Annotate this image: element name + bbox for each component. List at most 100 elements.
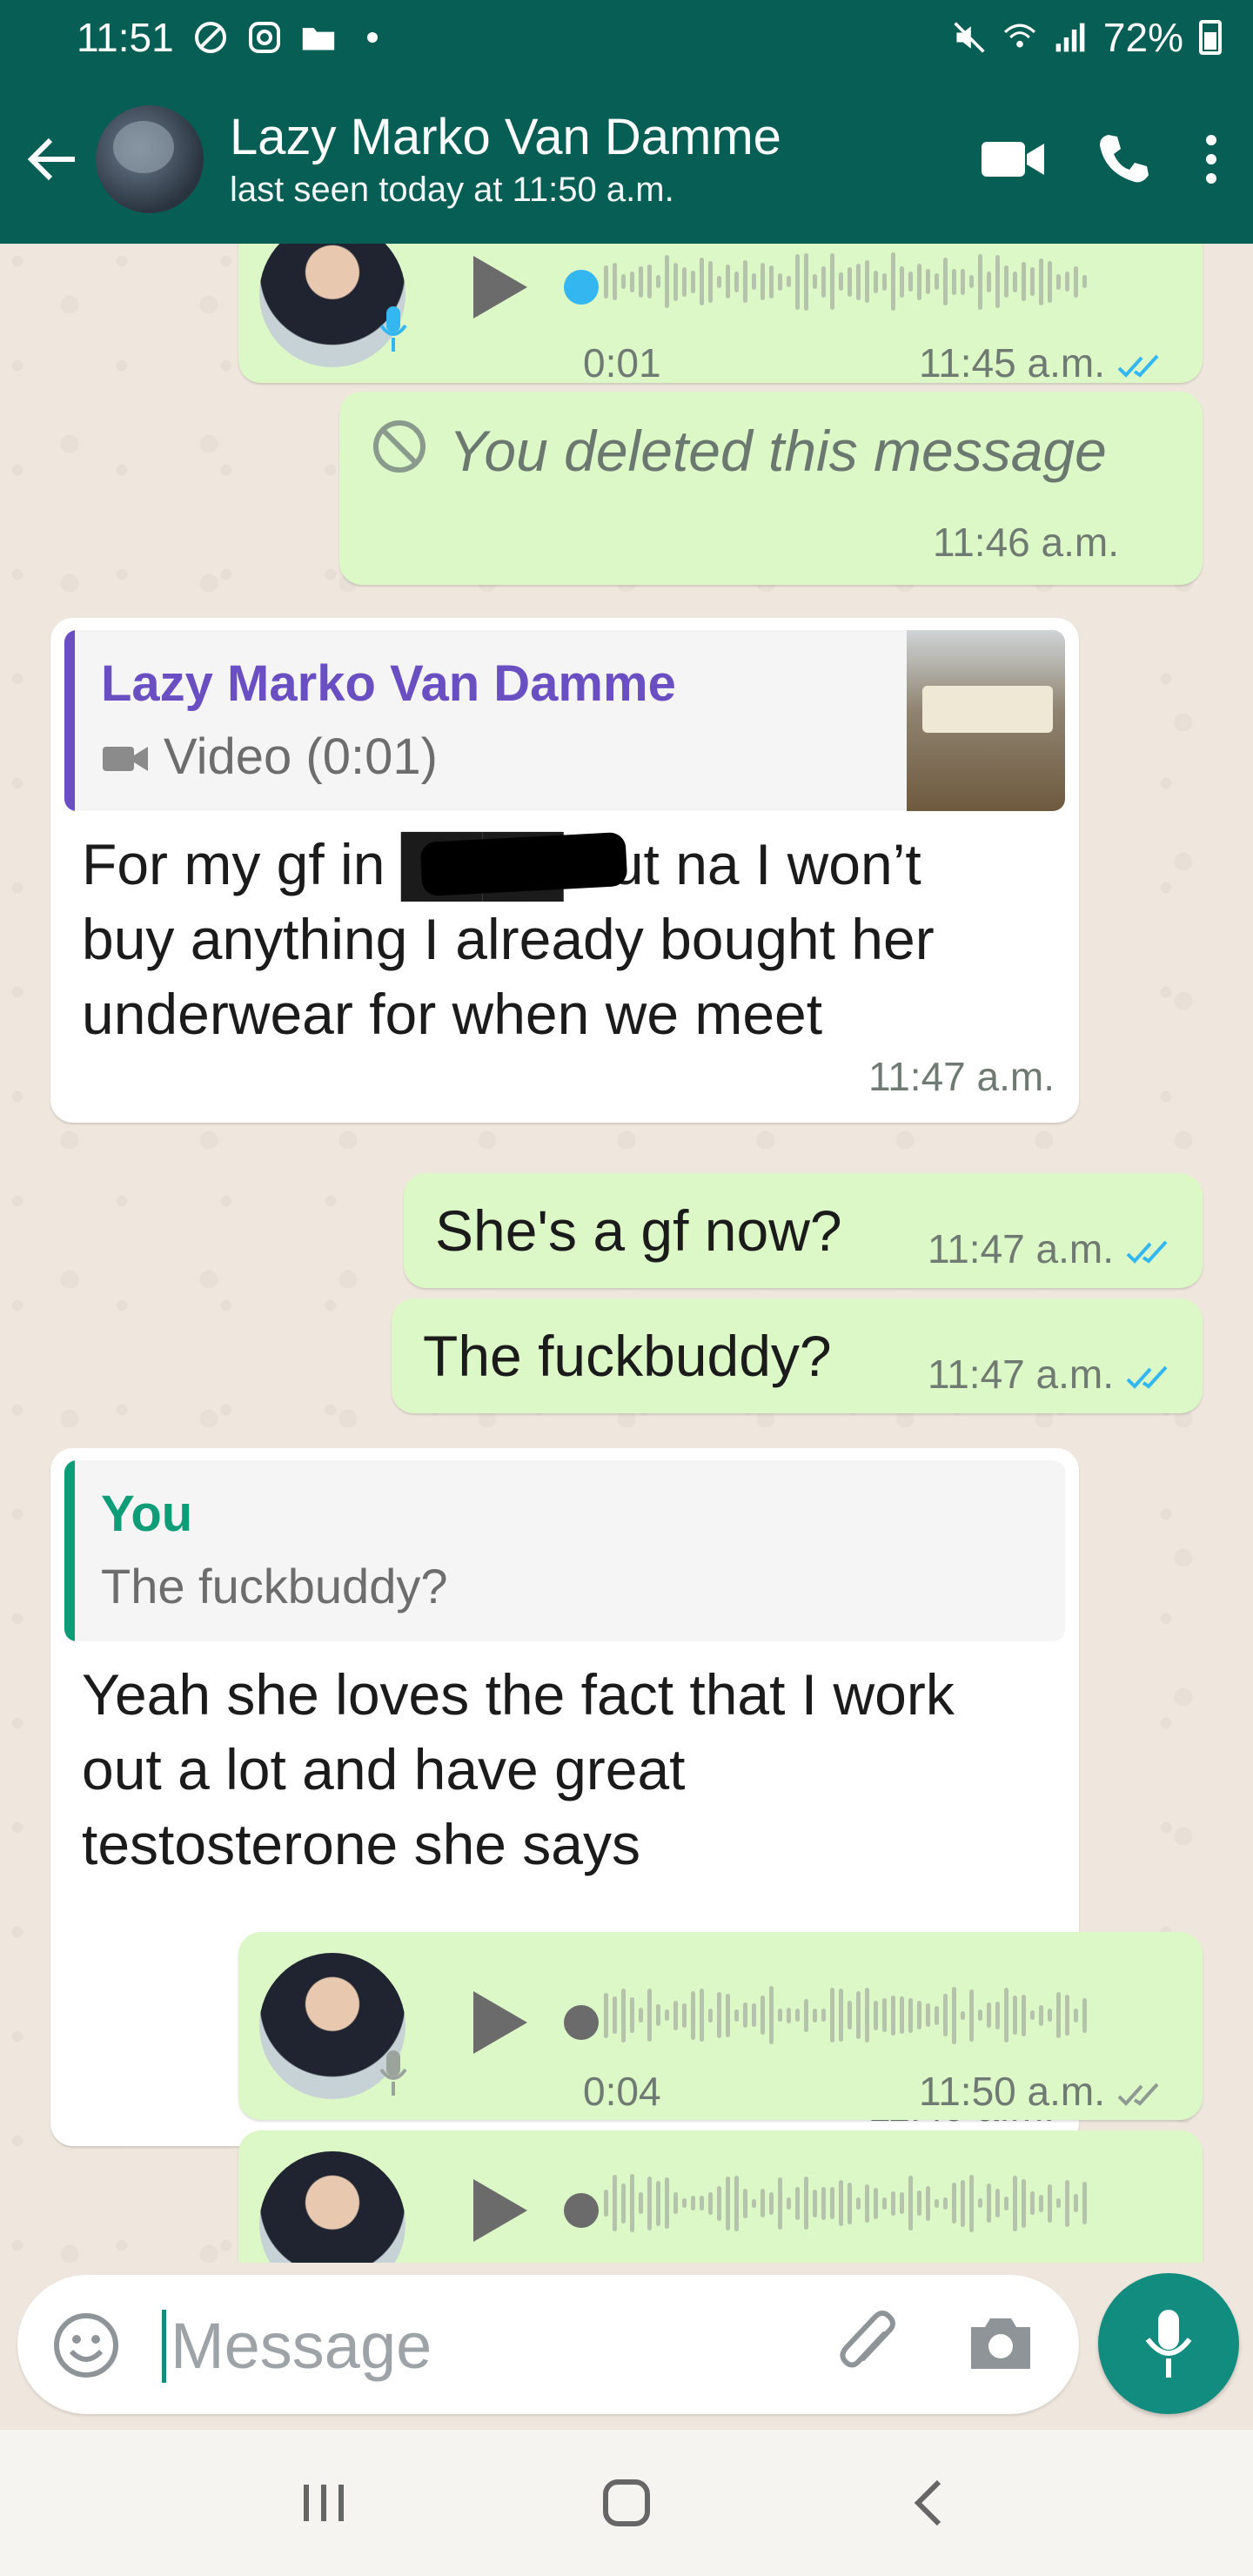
quoted-message[interactable]: Lazy Marko Van Damme Video (0:01) xyxy=(64,630,1065,811)
camera-icon[interactable] xyxy=(966,2313,1035,2374)
message-text: For my gf in ████ but na I won’t buy any… xyxy=(82,827,935,1051)
waveform-bar xyxy=(613,2175,617,2231)
waveform-bar xyxy=(647,2176,652,2231)
contact-avatar[interactable] xyxy=(96,105,204,213)
voice-message[interactable]: 0:01 11:45 a.m. xyxy=(238,244,1203,386)
waveform-bar xyxy=(778,2009,782,2022)
nav-back-button[interactable] xyxy=(876,2459,981,2546)
waveform-bar xyxy=(1065,272,1069,292)
waveform-bar xyxy=(821,2009,826,2022)
quote-text: The fuckbuddy? xyxy=(101,1559,448,1613)
quote-author: You xyxy=(101,1486,193,1542)
video-thumbnail[interactable] xyxy=(907,630,1065,811)
waveform-bar xyxy=(700,2196,704,2210)
quote-bar xyxy=(64,1460,75,1641)
chat-header: Lazy Marko Van Damme last seen today at … xyxy=(0,75,1253,244)
voice-duration: 0:04 xyxy=(583,2069,661,2114)
video-icon xyxy=(103,747,148,771)
playback-position[interactable] xyxy=(564,270,599,305)
message-composer[interactable]: Message xyxy=(17,2275,1079,2414)
double-check-read-icon xyxy=(1117,354,1159,378)
waveform-bar xyxy=(778,272,782,291)
waveform-bar xyxy=(1004,2196,1008,2210)
waveform-bar xyxy=(961,2010,965,2020)
waveform-bar xyxy=(1056,2198,1061,2208)
battery-percent: 72% xyxy=(1102,15,1183,60)
waveform-bar xyxy=(995,2001,1000,2029)
voice-message[interactable] xyxy=(238,2130,1203,2263)
play-button[interactable] xyxy=(473,1991,527,2054)
chat-area[interactable]: 0:01 11:45 a.m. You deleted this message… xyxy=(0,244,1253,2263)
more-options-button[interactable] xyxy=(1203,131,1220,187)
message-time: 11:47 a.m. xyxy=(928,1225,1176,1272)
waveform-bar xyxy=(682,2002,687,2028)
more-vertical-icon xyxy=(1206,135,1216,184)
waveform-bar xyxy=(647,1989,652,2042)
waveform-bar xyxy=(795,2009,800,2022)
waveform-bar xyxy=(917,2190,921,2216)
waveform-bar xyxy=(708,2191,713,2215)
waveform-bar xyxy=(1039,2194,1043,2212)
waveform-bar xyxy=(830,2187,834,2219)
quoted-message[interactable]: You The fuckbuddy? xyxy=(64,1460,1065,1641)
waveform-bar xyxy=(856,263,861,300)
message-time: 11:47 a.m. xyxy=(868,1054,1055,1099)
voice-call-button[interactable] xyxy=(1096,131,1152,187)
record-voice-button[interactable] xyxy=(1098,2273,1239,2414)
waveform-bar xyxy=(1074,265,1078,298)
home-button[interactable] xyxy=(574,2459,679,2546)
attachment-icon[interactable] xyxy=(835,2308,905,2381)
message-input[interactable]: Message xyxy=(171,2310,432,2383)
battery-icon xyxy=(1199,20,1222,55)
last-seen-status: last seen today at 11:50 a.m. xyxy=(230,171,674,209)
waveform-bar xyxy=(856,1991,861,2039)
waveform-bar xyxy=(839,272,843,291)
waveform-bar xyxy=(700,1989,704,2042)
waveform-bar xyxy=(926,269,930,294)
waveform-bar xyxy=(717,1992,721,2038)
voice-duration: 0:01 xyxy=(583,340,661,386)
contact-info[interactable]: Lazy Marko Van Damme last seen today at … xyxy=(230,107,980,211)
waveform-bar xyxy=(952,2183,956,2224)
quote-author: Lazy Marko Van Damme xyxy=(101,655,676,712)
waveform-bar xyxy=(987,271,991,292)
play-button[interactable] xyxy=(473,2179,527,2242)
recent-apps-button[interactable] xyxy=(272,2459,377,2546)
waveform-bar xyxy=(1082,2182,1087,2224)
waveform-bar xyxy=(839,2180,843,2226)
deleted-message[interactable]: You deleted this message 11:46 a.m. xyxy=(339,392,1203,585)
playback-position[interactable] xyxy=(564,2005,599,2040)
waveform-bar xyxy=(830,253,834,310)
waveform-bar xyxy=(943,258,948,305)
voice-message[interactable]: 0:04 11:50 a.m. xyxy=(238,1932,1203,2120)
waveform-bar xyxy=(726,2176,730,2231)
thumbnail-shelf xyxy=(922,686,1053,733)
playback-position[interactable] xyxy=(564,2193,599,2228)
waveform-bar xyxy=(821,265,826,298)
waveform-bar xyxy=(621,1988,626,2043)
emoji-icon[interactable] xyxy=(52,2311,120,2379)
waveform-bar xyxy=(761,2189,765,2217)
waveform-bar xyxy=(839,1989,843,2042)
incoming-reply-message[interactable]: Lazy Marko Van Damme Video (0:01) For my… xyxy=(50,618,1079,1123)
message-time-text: 11:50 a.m. xyxy=(919,2069,1105,2114)
play-button[interactable] xyxy=(473,256,527,319)
waveform-bar xyxy=(691,1990,695,2040)
waveform-bar xyxy=(691,270,695,293)
waveform-bar xyxy=(639,2008,643,2023)
waveform-bar xyxy=(639,265,643,298)
waveform-bar xyxy=(891,2190,895,2216)
waveform-bar xyxy=(682,2198,687,2208)
waveform-bar xyxy=(717,275,721,288)
waveform-bar xyxy=(908,2176,913,2231)
waveform-bar xyxy=(865,2184,869,2223)
waveform-bar xyxy=(665,2009,669,2021)
back-button[interactable] xyxy=(12,107,90,211)
waveform-bar xyxy=(630,271,634,292)
mic-icon xyxy=(379,306,407,352)
video-call-button[interactable] xyxy=(980,137,1046,182)
message-time: 11:45 a.m. xyxy=(919,339,1168,386)
outgoing-text-message[interactable]: She's a gf now? 11:47 a.m. xyxy=(404,1173,1203,1288)
outgoing-text-message[interactable]: The fuckbuddy? 11:47 a.m. xyxy=(392,1298,1203,1413)
waveform-bar xyxy=(926,2003,930,2027)
